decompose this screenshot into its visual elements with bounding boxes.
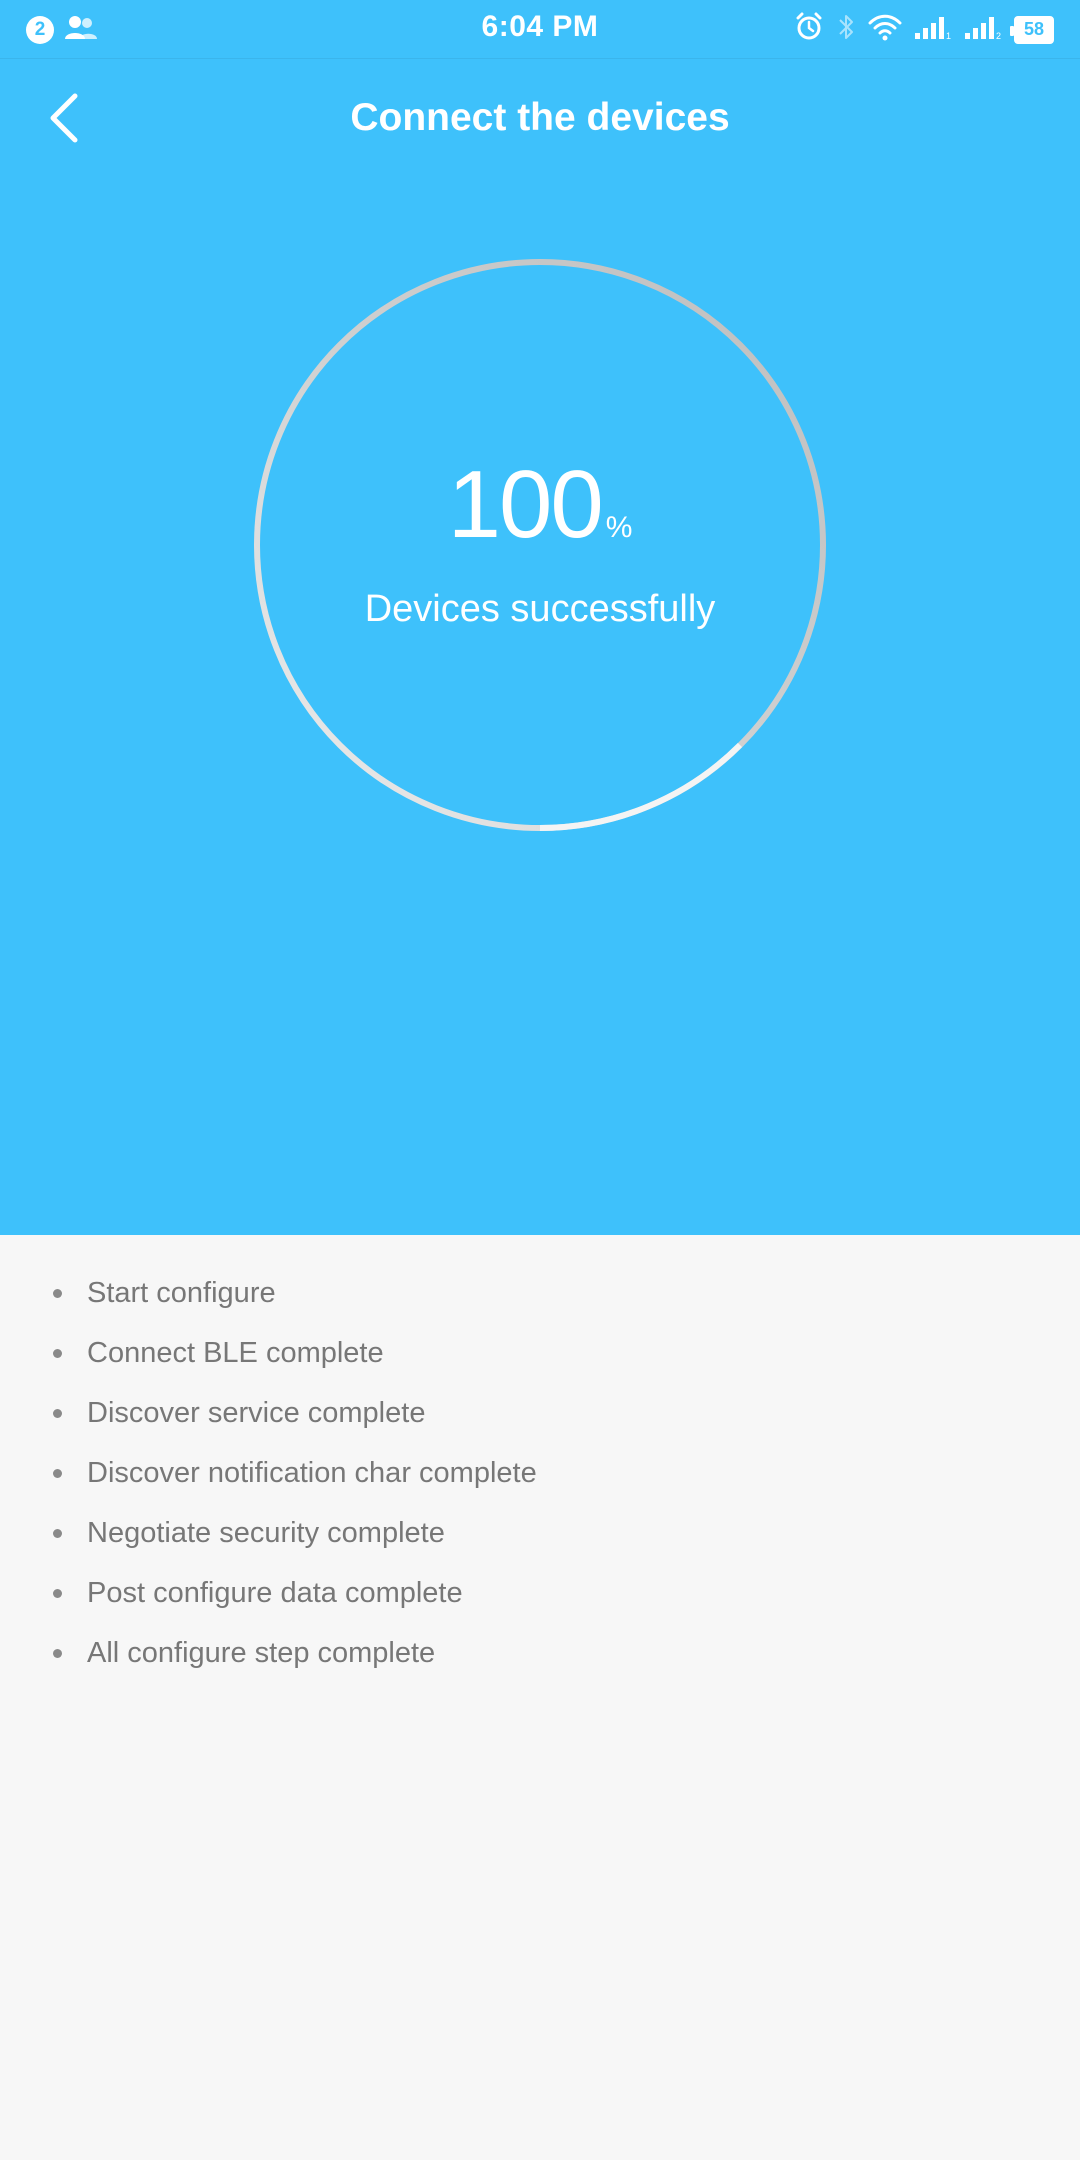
svg-text:1: 1 bbox=[946, 31, 951, 41]
bullet-dot bbox=[53, 1349, 62, 1358]
progress-ring: 100 % Devices successfully bbox=[250, 255, 830, 835]
progress-value: 100 bbox=[447, 451, 604, 558]
bullet-dot bbox=[53, 1289, 62, 1298]
list-item: Start configure bbox=[0, 1263, 1080, 1323]
progress-label: Devices successfully bbox=[364, 588, 716, 630]
list-item: Post configure data complete bbox=[0, 1563, 1080, 1623]
bullet-dot bbox=[53, 1649, 62, 1658]
list-item: Discover notification char complete bbox=[0, 1443, 1080, 1503]
bullet-dot bbox=[53, 1469, 62, 1478]
list-item: Negotiate security complete bbox=[0, 1503, 1080, 1563]
bullet-dot bbox=[53, 1409, 62, 1418]
progress-readout: 100 % Devices successfully bbox=[250, 255, 830, 835]
bluetooth-icon bbox=[836, 12, 856, 47]
progress-percent: 100 % bbox=[250, 450, 830, 560]
step-label: Post configure data complete bbox=[87, 1577, 463, 1609]
page-title: Connect the devices bbox=[350, 96, 730, 139]
step-label: All configure step complete bbox=[87, 1637, 436, 1669]
bullet-dot bbox=[53, 1589, 62, 1598]
step-label: Start configure bbox=[87, 1277, 276, 1309]
svg-text:2: 2 bbox=[996, 31, 1001, 41]
signal-1-icon: 1 bbox=[914, 13, 952, 46]
header-panel: 2 6:04 PM 1 2 58 Connect the devices 100… bbox=[0, 0, 1080, 1235]
bullet-dot bbox=[53, 1529, 62, 1538]
battery-icon: 58 bbox=[1010, 15, 1054, 44]
progress-unit: % bbox=[605, 511, 633, 544]
alarm-icon bbox=[794, 12, 824, 47]
wifi-icon bbox=[868, 13, 902, 46]
step-label: Discover notification char complete bbox=[87, 1457, 537, 1489]
status-bar: 2 6:04 PM 1 2 58 bbox=[0, 0, 1080, 59]
step-label: Connect BLE complete bbox=[87, 1337, 384, 1369]
list-item: All configure step complete bbox=[0, 1623, 1080, 1683]
step-label: Negotiate security complete bbox=[87, 1517, 445, 1549]
app-header: Connect the devices bbox=[0, 60, 1080, 180]
step-label: Discover service complete bbox=[87, 1397, 426, 1429]
status-right: 1 2 58 bbox=[794, 12, 1054, 47]
list-item: Discover service complete bbox=[0, 1383, 1080, 1443]
screen: 2 6:04 PM 1 2 58 Connect the devices 100… bbox=[0, 0, 1080, 2160]
signal-2-icon: 2 bbox=[964, 13, 1002, 46]
configure-steps-list: Start configure Connect BLE complete Dis… bbox=[0, 1235, 1080, 1683]
list-item: Connect BLE complete bbox=[0, 1323, 1080, 1383]
